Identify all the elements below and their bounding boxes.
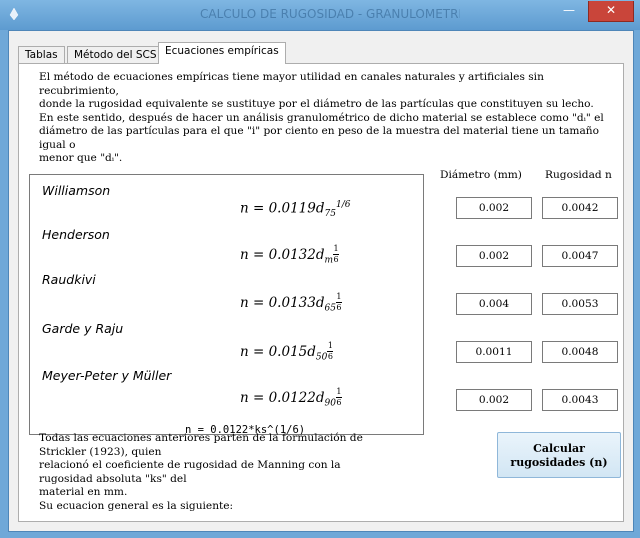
close-button[interactable]: ✕ — [588, 1, 634, 22]
roughness-output-henderson[interactable]: 0.0047 — [542, 245, 618, 267]
formula-raudkivi: n = 0.0133d65 1 6 — [240, 292, 342, 314]
diameter-input-garde-raju[interactable]: 0.0011 — [456, 341, 532, 363]
diameter-input-williamson[interactable]: 0.002 — [456, 197, 532, 219]
roughness-output-garde-raju[interactable]: 0.0048 — [542, 341, 618, 363]
tab-metodo-scs[interactable]: Método del SCS — [67, 46, 164, 63]
close-icon: ✕ — [605, 3, 617, 17]
diameter-input-henderson[interactable]: 0.002 — [456, 245, 532, 267]
column-header-roughness: Rugosidad n — [545, 169, 612, 181]
formula-williamson: n = 0.0119d751/6 — [240, 200, 351, 220]
equation-name-williamson: Williamson — [42, 183, 111, 198]
formula-meyer-peter-muller: n = 0.0122d90 1 6 — [240, 387, 342, 409]
roughness-output-williamson[interactable]: 0.0042 — [542, 197, 618, 219]
diameter-input-raudkivi[interactable]: 0.004 — [456, 293, 532, 315]
roughness-output-raudkivi[interactable]: 0.0053 — [542, 293, 618, 315]
calculate-roughness-button[interactable]: Calcular rugosidades (n) — [497, 432, 621, 478]
roughness-output-meyer-peter-muller[interactable]: 0.0043 — [542, 389, 618, 411]
formula-henderson: n = 0.0132dm 1 6 — [240, 244, 340, 266]
column-header-diameter: Diámetro (mm) — [440, 169, 522, 181]
diameter-input-meyer-peter-muller[interactable]: 0.002 — [456, 389, 532, 411]
equation-name-meyer-peter-muller: Meyer-Peter y Müller — [42, 368, 172, 383]
minimize-icon: — — [563, 3, 575, 17]
equation-name-henderson: Henderson — [42, 227, 110, 242]
app-window: CALCULO DE RUGOSIDAD - GRANULOMETRIA — ✕… — [0, 0, 640, 538]
minimize-button[interactable]: — — [555, 1, 583, 21]
general-formula: n = 0.0122*ks^(1/6) — [185, 424, 306, 436]
tab-ecuaciones-empiricas[interactable]: Ecuaciones empíricas — [158, 42, 286, 64]
equation-name-garde-raju: Garde y Raju — [42, 321, 124, 336]
formula-garde-raju: n = 0.015d50 1 6 — [240, 341, 334, 363]
app-icon — [9, 7, 19, 21]
tab-tablas[interactable]: Tablas — [18, 46, 65, 63]
equation-name-raudkivi: Raudkivi — [42, 272, 96, 287]
equations-box: Williamson n = 0.0119d751/6 Henderson n … — [29, 174, 424, 435]
intro-paragraph: El método de ecuaciones empíricas tiene … — [39, 71, 604, 164]
title-bar[interactable]: CALCULO DE RUGOSIDAD - GRANULOMETRIA — ✕ — [0, 0, 640, 30]
strickler-note: Todas las ecuaciones anteriores parten d… — [39, 432, 363, 512]
window-title: CALCULO DE RUGOSIDAD - GRANULOMETRIA — [200, 7, 460, 21]
